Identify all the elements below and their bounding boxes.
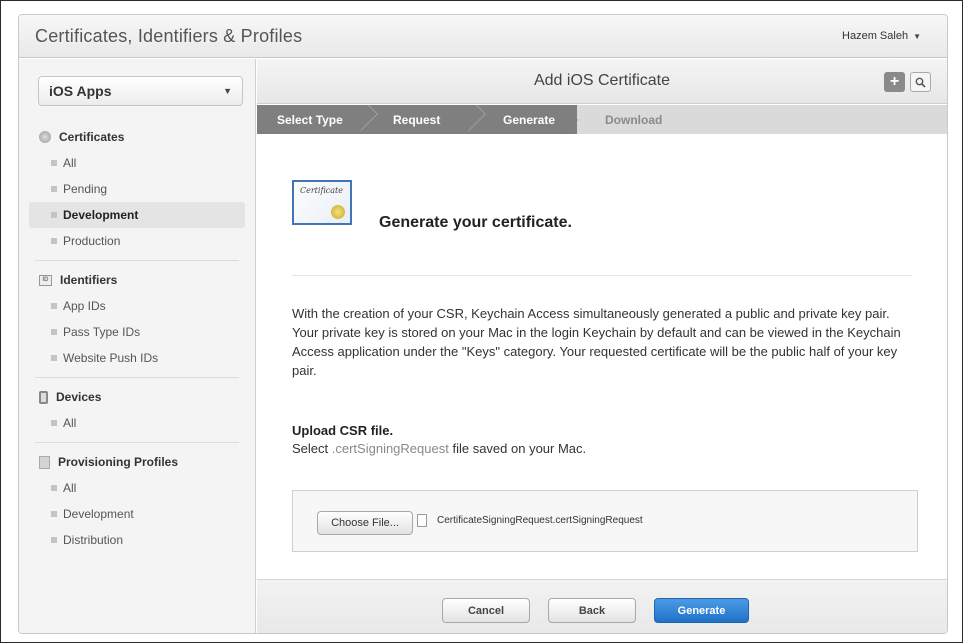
upload-instructions-suffix: file saved on your Mac. bbox=[452, 441, 587, 456]
step-generate: Generate bbox=[503, 112, 556, 127]
sidebar-item-label: Development bbox=[63, 507, 134, 521]
user-menu[interactable]: Hazem Saleh ▼ bbox=[842, 30, 921, 42]
sidebar-nav: Certificates All Pending Development Pro… bbox=[19, 124, 255, 565]
sidebar-heading-certificates[interactable]: Certificates bbox=[35, 124, 239, 150]
certificate-image-text: Certificate bbox=[300, 186, 343, 195]
step-select-type: Select Type bbox=[277, 112, 343, 127]
main-header: Add iOS Certificate + bbox=[257, 59, 947, 104]
sidebar-item-label: All bbox=[63, 416, 77, 430]
bullet-icon bbox=[51, 303, 57, 309]
step-progress-bar: Select Type Request Generate Download bbox=[257, 105, 947, 134]
plus-icon: + bbox=[889, 73, 900, 90]
sidebar: iOS Apps ▼ Certificates All Pending Deve… bbox=[19, 59, 256, 633]
profile-icon bbox=[39, 455, 50, 469]
file-extension: .certSigningRequest bbox=[331, 441, 449, 456]
certificate-icon bbox=[39, 131, 51, 143]
certificate-image: Certificate bbox=[292, 180, 352, 225]
sidebar-item-label: Website Push IDs bbox=[63, 351, 159, 365]
sidebar-heading-label: Devices bbox=[56, 390, 102, 404]
document-icon bbox=[417, 514, 427, 527]
sidebar-item-label: Distribution bbox=[63, 533, 124, 547]
sidebar-item-label: Pending bbox=[63, 182, 108, 196]
sidebar-section-identifiers: ID Identifiers App IDs Pass Type IDs Web… bbox=[35, 267, 239, 378]
screenshot-frame: Certificates, Identifiers & Profiles Haz… bbox=[0, 0, 963, 643]
bullet-icon bbox=[51, 511, 57, 517]
sidebar-heading-profiles[interactable]: Provisioning Profiles bbox=[35, 449, 239, 475]
bullet-icon bbox=[51, 212, 57, 218]
main-panel: Add iOS Certificate + Select Type Reques… bbox=[257, 59, 947, 633]
sidebar-section-devices: Devices All bbox=[35, 384, 239, 443]
footer-actions: Cancel Back Generate bbox=[257, 579, 947, 633]
back-button[interactable]: Back bbox=[548, 598, 636, 623]
upload-instructions-prefix: Select bbox=[292, 441, 329, 456]
bullet-icon bbox=[51, 355, 57, 361]
sidebar-item-profiles-development[interactable]: Development bbox=[29, 501, 245, 527]
current-step-arrow bbox=[564, 105, 578, 134]
search-icon bbox=[915, 77, 926, 88]
sidebar-item-profiles-all[interactable]: All bbox=[29, 475, 245, 501]
sidebar-item-certificates-all[interactable]: All bbox=[29, 150, 245, 176]
sidebar-item-profiles-distribution[interactable]: Distribution bbox=[29, 527, 245, 553]
sidebar-heading-label: Certificates bbox=[59, 130, 125, 144]
app-title: Certificates, Identifiers & Profiles bbox=[35, 26, 303, 46]
page-title: Add iOS Certificate bbox=[533, 72, 671, 89]
sidebar-heading-label: Provisioning Profiles bbox=[58, 455, 179, 469]
sidebar-item-label: All bbox=[63, 481, 77, 495]
chevron-down-icon: ▼ bbox=[913, 31, 921, 41]
search-button[interactable] bbox=[910, 72, 931, 92]
id-icon: ID bbox=[39, 274, 52, 286]
main-content: Certificate Generate your certificate. W… bbox=[257, 135, 947, 578]
sidebar-item-label: Development bbox=[63, 208, 139, 222]
chevron-down-icon: ▼ bbox=[223, 86, 232, 96]
bullet-icon bbox=[51, 186, 57, 192]
file-upload-box: Choose File... CertificateSigningRequest… bbox=[292, 490, 918, 552]
upload-instructions: Select .certSigningRequest file saved on… bbox=[292, 441, 586, 456]
sidebar-item-label: Pass Type IDs bbox=[63, 325, 141, 339]
step-download: Download bbox=[605, 112, 663, 127]
platform-select[interactable]: iOS Apps ▼ bbox=[38, 76, 243, 106]
description-text: With the creation of your CSR, Keychain … bbox=[292, 306, 901, 378]
sidebar-item-label: Production bbox=[63, 234, 121, 248]
sidebar-heading-label: Identifiers bbox=[60, 273, 118, 287]
device-icon bbox=[39, 390, 48, 404]
section-heading: Generate your certificate. bbox=[379, 214, 572, 231]
app-window: Certificates, Identifiers & Profiles Haz… bbox=[18, 14, 948, 634]
seal-icon bbox=[331, 205, 345, 219]
divider bbox=[292, 275, 912, 276]
sidebar-section-profiles: Provisioning Profiles All Development Di… bbox=[35, 449, 239, 559]
generate-button[interactable]: Generate bbox=[654, 598, 749, 623]
user-name: Hazem Saleh bbox=[842, 30, 909, 42]
sidebar-heading-identifiers[interactable]: ID Identifiers bbox=[35, 267, 239, 293]
sidebar-item-pending[interactable]: Pending bbox=[29, 176, 245, 202]
sidebar-section-certificates: Certificates All Pending Development Pro… bbox=[29, 124, 245, 261]
bullet-icon bbox=[51, 420, 57, 426]
upload-title: Upload CSR file. bbox=[292, 423, 394, 438]
platform-label: iOS Apps bbox=[49, 83, 112, 99]
sidebar-item-development[interactable]: Development bbox=[29, 202, 245, 228]
sidebar-item-label: All bbox=[63, 156, 77, 170]
bullet-icon bbox=[51, 238, 57, 244]
bullet-icon bbox=[51, 160, 57, 166]
sidebar-item-website-push-ids[interactable]: Website Push IDs bbox=[29, 345, 245, 371]
bullet-icon bbox=[51, 329, 57, 335]
bullet-icon bbox=[51, 537, 57, 543]
add-button[interactable]: + bbox=[884, 72, 905, 92]
top-bar: Certificates, Identifiers & Profiles Haz… bbox=[19, 15, 947, 58]
sidebar-item-app-ids[interactable]: App IDs bbox=[29, 293, 245, 319]
selected-file-name: CertificateSigningRequest.certSigningReq… bbox=[437, 515, 643, 526]
sidebar-heading-devices[interactable]: Devices bbox=[35, 384, 239, 410]
sidebar-item-pass-type-ids[interactable]: Pass Type IDs bbox=[29, 319, 245, 345]
sidebar-item-devices-all[interactable]: All bbox=[29, 410, 245, 436]
cancel-button[interactable]: Cancel bbox=[442, 598, 530, 623]
sidebar-item-production[interactable]: Production bbox=[29, 228, 245, 254]
sidebar-item-label: App IDs bbox=[63, 299, 106, 313]
choose-file-button[interactable]: Choose File... bbox=[317, 511, 413, 535]
bullet-icon bbox=[51, 485, 57, 491]
step-request: Request bbox=[393, 112, 441, 127]
